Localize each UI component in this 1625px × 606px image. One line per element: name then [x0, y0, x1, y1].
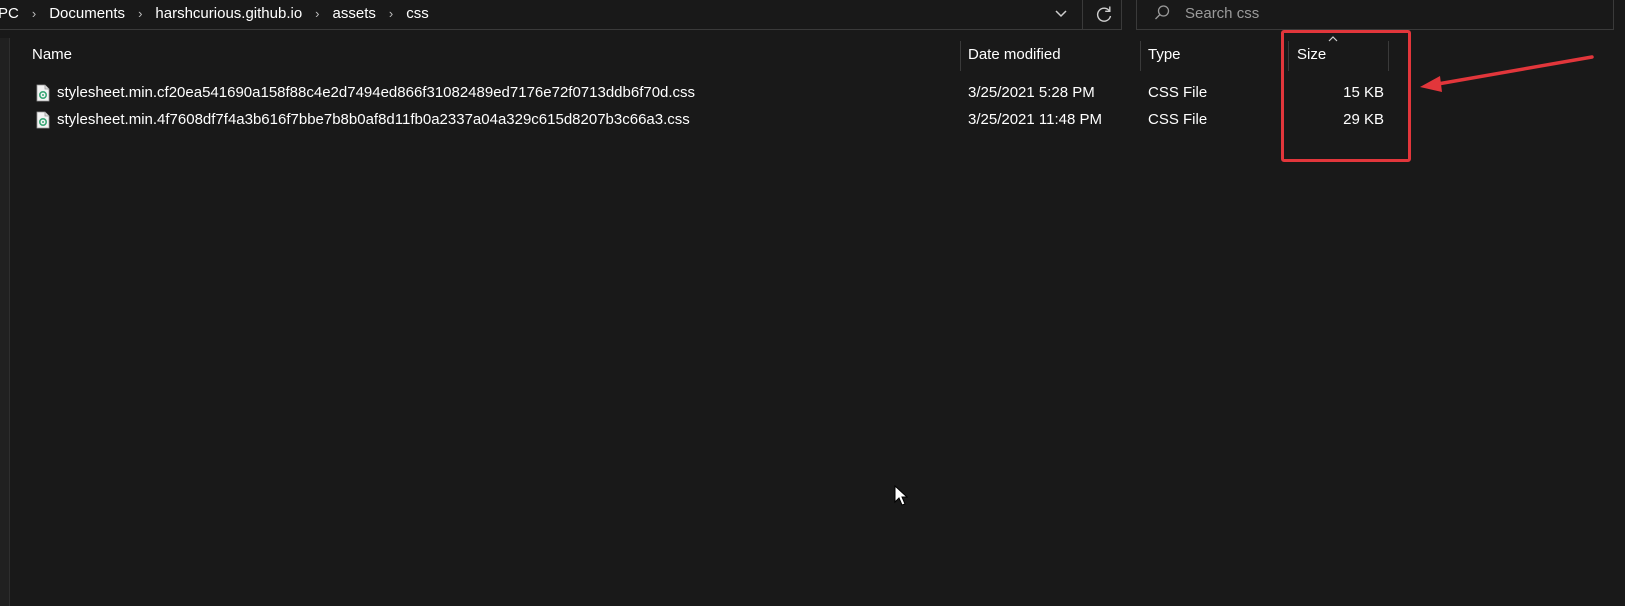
file-row[interactable]: stylesheet.min.4f7608df7f4a3b616f7bbe7b8…	[10, 107, 1410, 133]
navigation-pane[interactable]	[0, 38, 10, 606]
annotation-highlight-box	[1281, 30, 1411, 162]
search-icon	[1155, 5, 1170, 20]
file-row[interactable]: stylesheet.min.cf20ea541690a158f88c4e2d7…	[10, 80, 1410, 106]
file-type: CSS File	[1148, 84, 1208, 101]
search-box[interactable]	[1136, 0, 1614, 30]
breadcrumb: PC › Documents › harshcurious.github.io …	[0, 0, 432, 26]
annotation-arrow-icon	[1420, 55, 1594, 92]
mouse-cursor-icon	[894, 485, 908, 506]
address-divider	[1082, 0, 1083, 30]
file-explorer-window: PC › Documents › harshcurious.github.io …	[0, 0, 1625, 606]
chevron-right-icon[interactable]: ›	[22, 6, 46, 21]
breadcrumb-item-css[interactable]: css	[403, 5, 432, 22]
search-input[interactable]	[1185, 1, 1585, 25]
file-type: CSS File	[1148, 111, 1208, 128]
breadcrumb-item-site[interactable]: harshcurious.github.io	[152, 5, 305, 22]
column-header-type[interactable]: Type	[1148, 38, 1181, 72]
file-name: stylesheet.min.4f7608df7f4a3b616f7bbe7b8…	[57, 111, 690, 128]
top-bar: PC › Documents › harshcurious.github.io …	[0, 0, 1625, 32]
column-header-name[interactable]: Name	[32, 38, 72, 72]
refresh-icon[interactable]	[1093, 3, 1115, 25]
breadcrumb-item-assets[interactable]: assets	[330, 5, 379, 22]
chevron-right-icon[interactable]: ›	[305, 6, 329, 21]
file-date-modified: 3/25/2021 11:48 PM	[968, 111, 1102, 128]
chevron-down-icon[interactable]	[1052, 4, 1070, 22]
column-divider[interactable]	[1140, 41, 1141, 71]
file-name: stylesheet.min.cf20ea541690a158f88c4e2d7…	[57, 84, 696, 101]
chevron-right-icon[interactable]: ›	[379, 6, 403, 21]
column-header-date-modified[interactable]: Date modified	[968, 38, 1061, 72]
column-divider[interactable]	[960, 41, 961, 71]
file-date-modified: 3/25/2021 5:28 PM	[968, 84, 1095, 101]
breadcrumb-item-pc[interactable]: PC	[0, 5, 22, 22]
css-file-icon	[36, 111, 50, 129]
css-file-icon	[36, 84, 50, 102]
chevron-right-icon[interactable]: ›	[128, 6, 152, 21]
breadcrumb-item-documents[interactable]: Documents	[46, 5, 128, 22]
address-bar[interactable]: PC › Documents › harshcurious.github.io …	[0, 0, 1122, 30]
